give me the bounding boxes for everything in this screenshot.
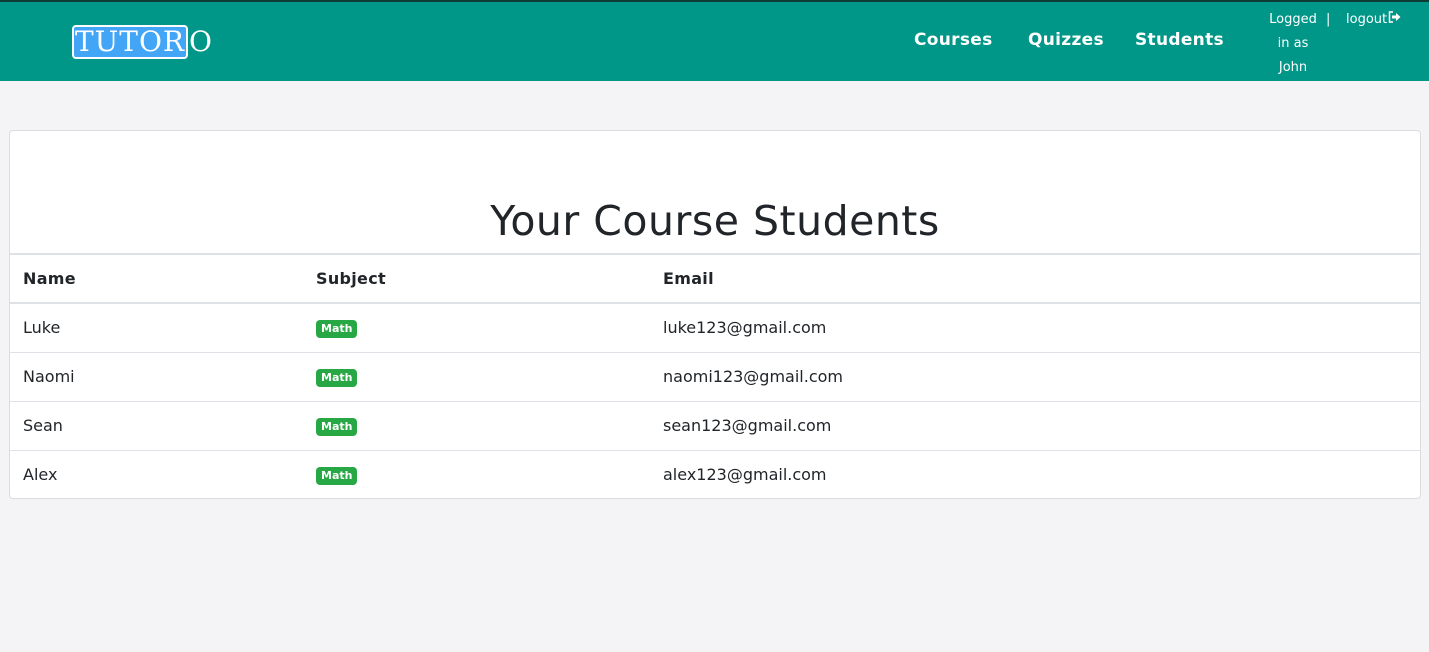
login-status-line: Logged [1269, 12, 1317, 27]
subject-badge: Math [316, 418, 358, 436]
student-subject: Math [303, 401, 650, 451]
student-email: alex123@gmail.com [663, 465, 827, 485]
subject-badge: Math [316, 320, 358, 339]
subject-badge: Math [316, 467, 358, 486]
table-row: Luke Math luke123@gmail.com [10, 303, 1420, 353]
login-status-line: in as [1277, 36, 1309, 51]
login-status-user: John [1278, 60, 1308, 75]
logout-link[interactable]: logout [1346, 8, 1401, 32]
brand-logo-tail: O [189, 25, 213, 58]
nav-link-quizzes[interactable]: Quizzes [1028, 30, 1104, 50]
logout-label: logout [1346, 12, 1388, 27]
table-row: Sean Math sean123@gmail.com [10, 401, 1420, 451]
student-email: naomi123@gmail.com [650, 352, 1420, 402]
sign-out-icon [1387, 8, 1401, 32]
student-subject: Math [303, 450, 650, 499]
student-email: luke123@gmail.com [650, 303, 1420, 353]
column-header-email: Email [650, 255, 1420, 304]
student-name: Alex [23, 465, 58, 485]
column-header-subject: Subject [303, 255, 650, 304]
page-title: Your Course Students [490, 197, 940, 245]
nav-link-students[interactable]: Students [1135, 30, 1224, 50]
student-subject: Math [303, 352, 650, 402]
table-row: Alex Math alex123@gmail.com [10, 450, 1420, 499]
table-header-row: Name Subject Email [10, 255, 1420, 304]
students-table-wrapper: Name Subject Email Luke Math luke123@gma… [10, 253, 1420, 499]
student-name: Luke [10, 303, 303, 353]
student-email: sean123@gmail.com [650, 401, 1420, 451]
nav-separator: | [1326, 12, 1331, 27]
student-name: Naomi [10, 352, 303, 402]
column-header-name: Name [10, 255, 303, 304]
student-name: Sean [10, 401, 303, 451]
brand-logo-box: TUTOR [72, 25, 188, 59]
subject-badge: Math [316, 369, 358, 387]
students-table: Name Subject Email Luke Math luke123@gma… [10, 255, 1420, 499]
nav-link-courses[interactable]: Courses [914, 30, 993, 50]
brand-logo[interactable]: TUTOR O [72, 24, 213, 60]
table-row: Naomi Math naomi123@gmail.com [10, 352, 1420, 402]
login-status: Logged in as John [1262, 8, 1324, 80]
students-card: Your Course Students Name Subject Email … [9, 130, 1421, 499]
student-subject: Math [303, 303, 650, 353]
top-navbar: TUTOR O Courses Quizzes Students Logged i… [0, 0, 1429, 81]
